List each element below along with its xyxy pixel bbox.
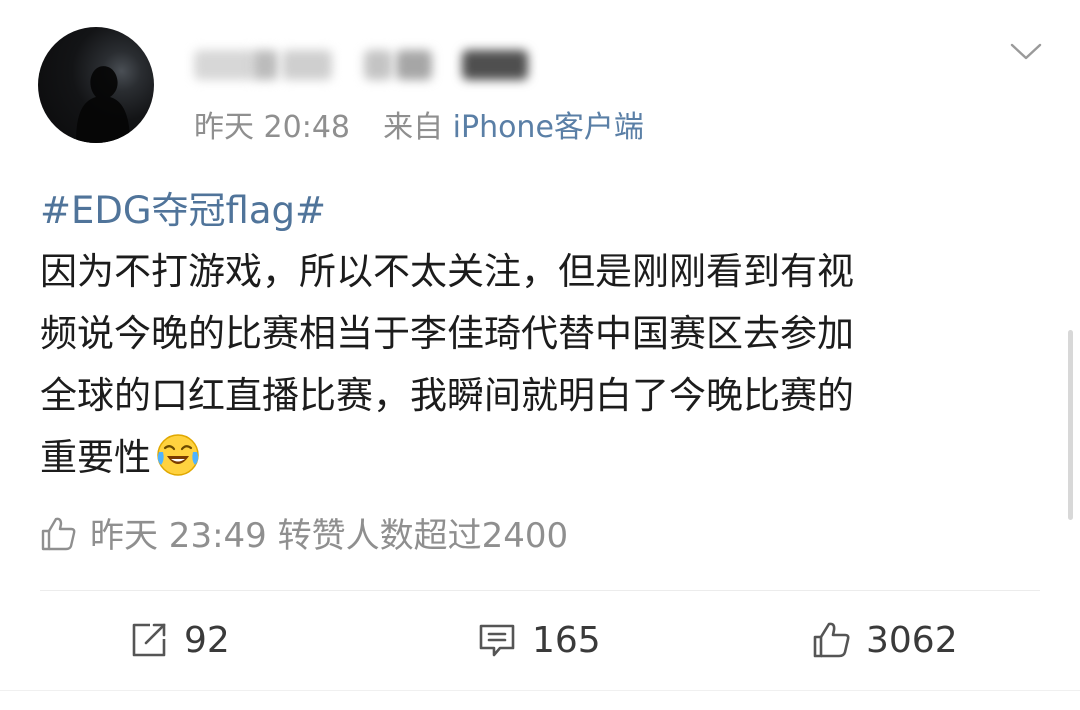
comment-button[interactable]: 165 [476, 616, 601, 664]
like-count: 3062 [866, 619, 958, 661]
username-blur [194, 50, 254, 80]
repost-icon [132, 623, 166, 657]
repost-button[interactable]: 92 [128, 616, 230, 664]
avatar[interactable] [38, 27, 154, 143]
post-source[interactable]: iPhone客户端 [453, 110, 644, 145]
post-text-line: 重要性 [40, 436, 151, 479]
avatar-silhouette [76, 66, 130, 143]
post-body: 因为不打游戏，所以不太关注，但是刚刚看到有视 频说今晚的比赛相当于李佳琦代替中国… [40, 241, 1040, 489]
repost-count: 92 [184, 619, 230, 661]
laugh-cry-emoji [157, 434, 199, 476]
post-text-line: 因为不打游戏，所以不太关注，但是刚刚看到有视 [40, 250, 854, 293]
post-text-line-last: 重要性 [40, 427, 1040, 489]
like-button[interactable]: 3062 [810, 616, 958, 664]
username-blur [252, 50, 278, 80]
like-note-text: 昨天 23:49 转赞人数超过2400 [90, 516, 569, 556]
topic-hashtag[interactable]: #EDG夺冠flag# [40, 180, 326, 234]
like-note: 昨天 23:49 转赞人数超过2400 [38, 508, 568, 557]
post-meta: 昨天 20:48 来自 iPhone客户端 [194, 102, 644, 146]
scrollbar[interactable] [1068, 330, 1073, 520]
post-timestamp: 昨天 20:48 [194, 110, 350, 145]
divider [40, 590, 1040, 591]
username-blur [364, 50, 392, 80]
username-blur [462, 50, 528, 80]
thumbs-up-icon [41, 517, 76, 551]
chevron-down-icon[interactable] [1006, 36, 1046, 66]
bottom-divider [0, 690, 1080, 691]
username[interactable] [194, 42, 534, 86]
source-prefix: 来自 [383, 110, 444, 145]
post-text-line: 频说今晚的比赛相当于李佳琦代替中国赛区去参加 [40, 312, 854, 355]
thumbs-up-icon [813, 622, 850, 658]
comment-count: 165 [532, 619, 601, 661]
username-blur [396, 50, 432, 80]
comment-icon [479, 624, 515, 657]
username-blur [282, 50, 332, 80]
post-text-line: 全球的口红直播比赛，我瞬间就明白了今晚比赛的 [40, 374, 854, 417]
